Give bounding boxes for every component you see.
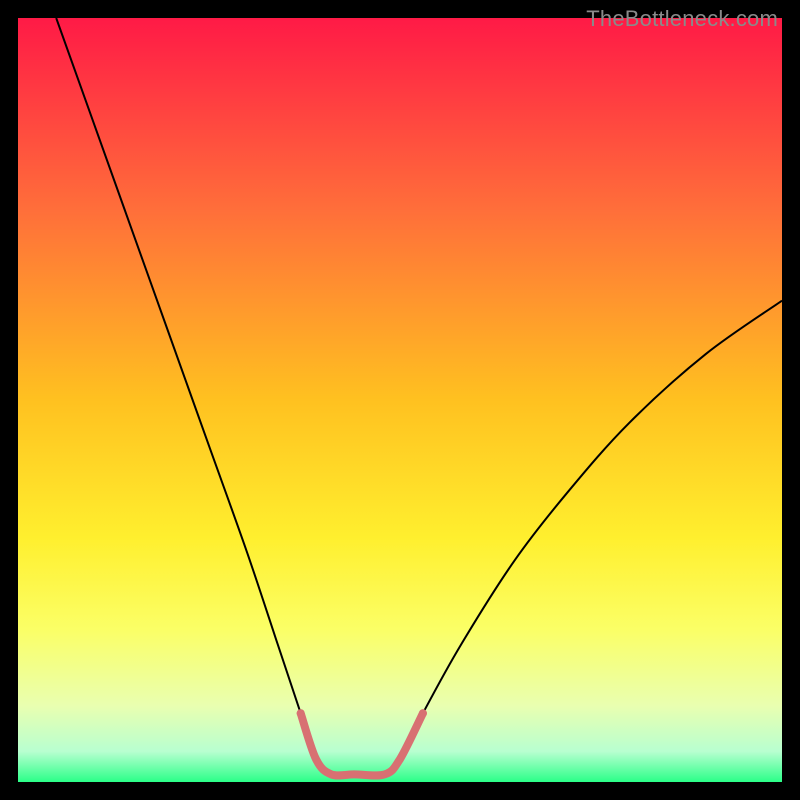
bottleneck-chart bbox=[18, 18, 782, 782]
chart-background bbox=[18, 18, 782, 782]
chart-frame bbox=[18, 18, 782, 782]
watermark-text: TheBottleneck.com bbox=[586, 6, 778, 32]
series-marker-dot bbox=[419, 709, 427, 717]
series-marker-dot bbox=[297, 709, 305, 717]
